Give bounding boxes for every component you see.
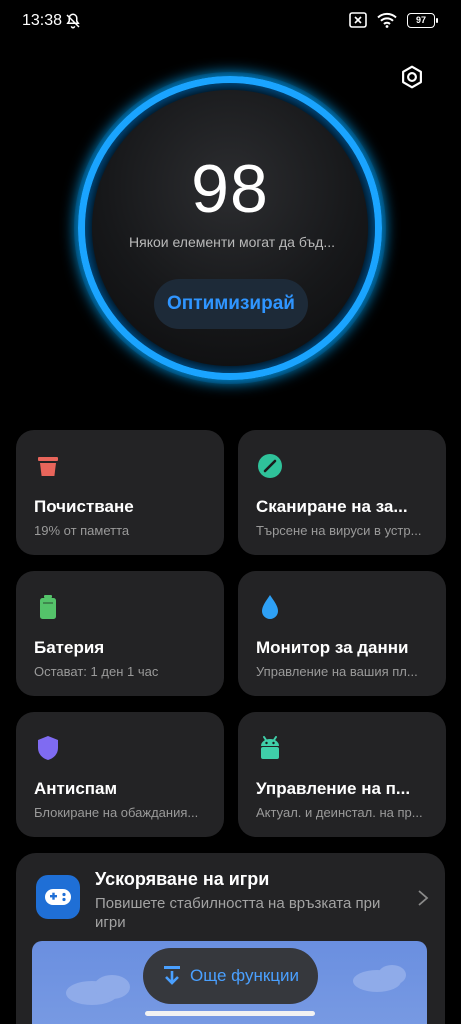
card-app-manager[interactable]: Управление на п... Актуал. и деинстал. н…: [238, 712, 446, 837]
optimize-button[interactable]: Оптимизирай: [154, 279, 308, 329]
card-subtitle: Търсене на вируси в устр...: [256, 523, 422, 538]
download-arrow-icon: [163, 966, 180, 985]
sim-crossed-icon: [349, 12, 367, 28]
android-icon: [261, 736, 279, 759]
card-title: Антиспам: [34, 779, 118, 798]
scan-icon: [258, 454, 282, 478]
card-data-monitor[interactable]: Монитор за данни Управление на вашия пл.…: [238, 571, 446, 696]
health-score-ring: 98 Някои елементи могат да бъд... Оптими…: [74, 72, 386, 384]
battery-indicator: 97: [407, 12, 438, 28]
card-antispam[interactable]: Антиспам Блокиране на обаждания...: [16, 712, 224, 837]
card-title: Почистване: [34, 497, 134, 516]
status-bar: 13:38 97: [0, 0, 461, 44]
card-subtitle: Блокиране на обаждания...: [34, 805, 199, 820]
card-subtitle: 19% от паметта: [34, 523, 130, 538]
card-title: Управление на п...: [256, 779, 411, 798]
card-cleaner[interactable]: Почистване 19% от паметта: [16, 430, 224, 555]
gamepad-icon: [36, 875, 80, 919]
card-title: Монитор за данни: [256, 638, 409, 657]
status-icons: 97: [349, 12, 438, 28]
card-subtitle: Остават: 1 ден 1 час: [34, 664, 159, 679]
card-subtitle: Управление на вашия пл...: [256, 664, 418, 679]
trash-icon: [38, 457, 58, 476]
wifi-icon: [377, 12, 397, 28]
more-features-button[interactable]: Още функции: [143, 948, 318, 1004]
home-indicator[interactable]: [145, 1011, 315, 1016]
score-subtitle: Някои елементи могат да бъд...: [129, 234, 335, 250]
optimize-label: Оптимизирай: [167, 293, 295, 314]
health-score: 98: [191, 151, 269, 227]
card-subtitle: Актуал. и деинстал. на пр...: [256, 805, 423, 820]
battery-level: 97: [415, 14, 426, 25]
more-features-label: Още функции: [189, 966, 300, 985]
card-security-scan[interactable]: Сканиране на за... Търсене на вируси в у…: [238, 430, 446, 555]
mute-icon: [66, 13, 80, 29]
card-title: Сканиране на за...: [256, 497, 408, 516]
card-battery[interactable]: Батерия Остават: 1 ден 1 час: [16, 571, 224, 696]
status-time: 13:38: [22, 12, 63, 29]
gear-icon[interactable]: [399, 64, 425, 90]
game-boost-title: Ускоряване на игри: [95, 869, 270, 889]
card-title: Батерия: [34, 638, 105, 657]
chevron-right-icon: [418, 890, 429, 906]
game-boost-subtitle: Повишете стабилността на връзката при иг…: [95, 895, 381, 931]
droplet-icon: [262, 595, 278, 619]
battery-icon: [40, 595, 56, 619]
shield-icon: [38, 736, 58, 760]
